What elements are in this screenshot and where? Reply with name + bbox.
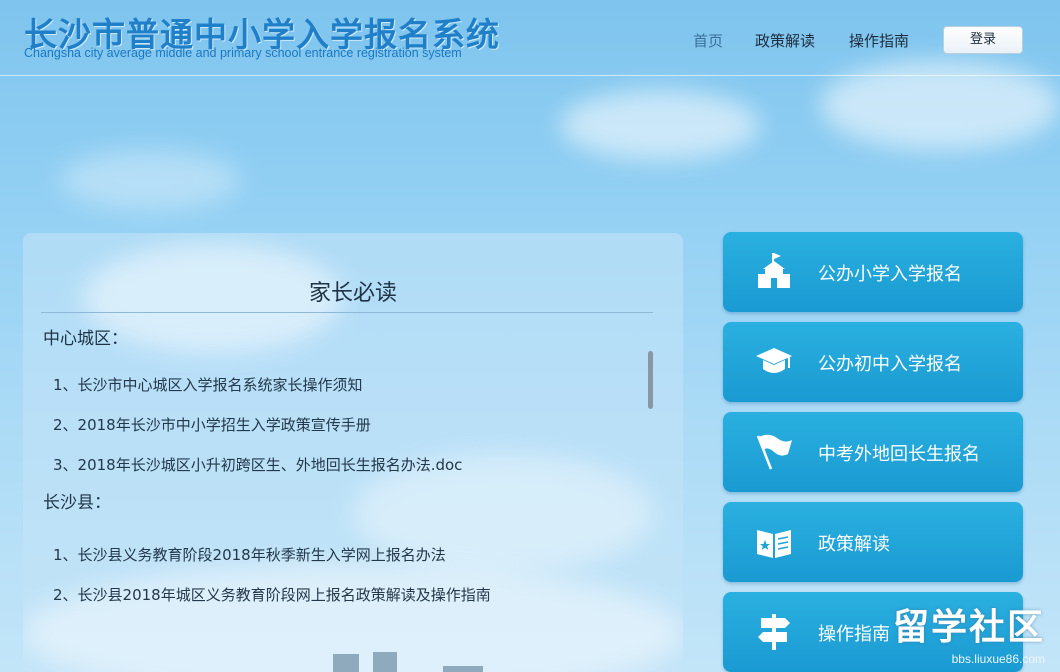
policy-interpretation-button[interactable]: 政策解读 bbox=[723, 502, 1023, 582]
site-subtitle: Changsha city average middle and primary… bbox=[24, 46, 462, 60]
cloud bbox=[560, 90, 760, 160]
signpost-icon bbox=[758, 614, 790, 650]
primary-school-registration-button[interactable]: 公办小学入学报名 bbox=[723, 232, 1023, 312]
building-silhouette bbox=[373, 652, 397, 672]
button-label: 操作指南 bbox=[818, 624, 890, 645]
section-heading-changsha-county: 长沙县： bbox=[43, 493, 111, 513]
header: 长沙市普通中小学入学报名系统 Changsha city average mid… bbox=[0, 0, 1060, 76]
divider bbox=[41, 312, 653, 313]
panel-title: 家长必读 bbox=[308, 281, 397, 306]
notice-link[interactable]: 1、长沙市中心城区入学报名系统家长操作须知 bbox=[53, 374, 363, 395]
scrollbar-thumb[interactable] bbox=[648, 351, 653, 409]
flag-icon bbox=[756, 434, 792, 470]
returning-student-registration-button[interactable]: 中考外地回长生报名 bbox=[723, 412, 1023, 492]
graduation-cap-icon bbox=[756, 348, 792, 373]
button-label: 政策解读 bbox=[818, 534, 890, 555]
watermark-url: bbs.liuxue86.com bbox=[951, 652, 1046, 666]
button-label: 公办初中入学报名 bbox=[818, 354, 962, 375]
building-silhouette bbox=[443, 666, 483, 672]
parent-notice-panel: 家长必读 中心城区： 1、长沙市中心城区入学报名系统家长操作须知 2、2018年… bbox=[23, 233, 683, 672]
cloud bbox=[60, 150, 240, 210]
notice-link[interactable]: 1、长沙县义务教育阶段2018年秋季新生入学网上报名办法 bbox=[53, 544, 446, 565]
button-label: 中考外地回长生报名 bbox=[818, 444, 980, 465]
notice-link[interactable]: 3、2018年长沙城区小升初跨区生、外地回长生报名办法.doc bbox=[53, 454, 462, 475]
nav-guide[interactable]: 操作指南 bbox=[849, 30, 909, 51]
notice-link[interactable]: 2、2018年长沙市中小学招生入学政策宣传手册 bbox=[53, 414, 371, 435]
school-building-icon bbox=[758, 253, 790, 288]
building-silhouette bbox=[333, 654, 359, 672]
middle-school-registration-button[interactable]: 公办初中入学报名 bbox=[723, 322, 1023, 402]
watermark-text: 留学社区 bbox=[893, 607, 1046, 648]
section-heading-central: 中心城区： bbox=[43, 329, 128, 349]
watermark: 留学社区 bbs.liuxue86.com bbox=[893, 598, 1045, 666]
login-button[interactable]: 登录 bbox=[943, 26, 1023, 54]
open-book-icon bbox=[757, 530, 791, 558]
button-label: 公办小学入学报名 bbox=[818, 264, 962, 285]
notice-link[interactable]: 2、长沙县2018年城区义务教育阶段网上报名政策解读及操作指南 bbox=[53, 584, 491, 605]
nav-home[interactable]: 首页 bbox=[693, 30, 723, 51]
nav-policy[interactable]: 政策解读 bbox=[755, 30, 815, 51]
